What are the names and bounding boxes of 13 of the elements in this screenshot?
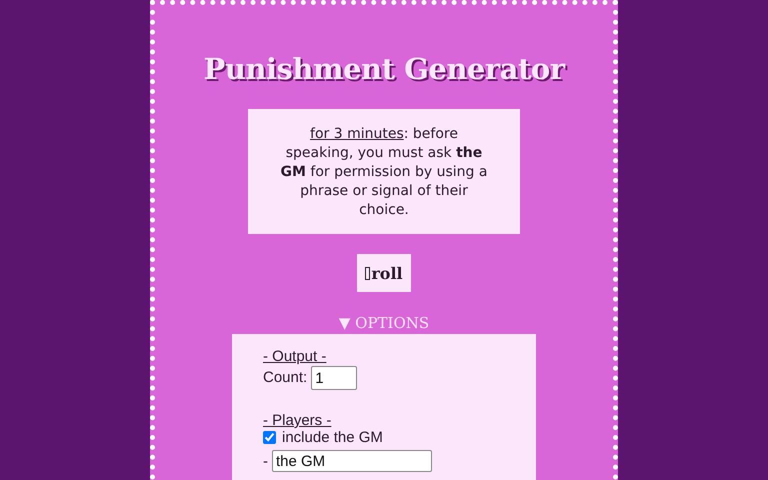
- field-label: Count:: [263, 369, 308, 386]
- result-text: for 3 minutes: before speaking, you must ask the GM for permission by using a phrase or signal of their choice.: [280, 125, 488, 220]
- box-icon: [365, 266, 370, 280]
- roll-button[interactable]: roll: [357, 254, 411, 292]
- section-heading: - Players -: [263, 412, 332, 429]
- dash-text: -: [263, 452, 268, 470]
- checkbox[interactable]: [263, 431, 276, 444]
- checkbox-label: include the GM: [282, 429, 383, 446]
- page-title: Punishment Generator: [204, 51, 564, 88]
- section-heading: - Output -: [263, 348, 328, 365]
- duration-link[interactable]: for 3 minutes: [310, 126, 404, 142]
- count-field[interactable]: 1: [311, 366, 358, 390]
- name-field[interactable]: the GM: [272, 450, 432, 472]
